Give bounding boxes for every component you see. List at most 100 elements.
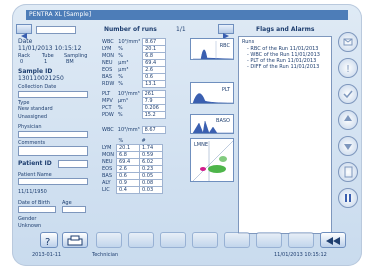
param-absolute: 0.23 — [139, 165, 163, 173]
param-value: 15.2 — [141, 111, 166, 119]
rack-value: 0 — [20, 59, 24, 65]
wbc-param-row: EOS μm³ 2.6 — [100, 66, 167, 74]
tree-root[interactable]: Runs — [242, 39, 254, 45]
tree-items: - RBC of the Run 11/01/2013- WBC of the … — [247, 46, 320, 70]
diff-parameter-table: % # LYM 20.1 1.74 MON 6.8 0.59 NEU 69.4 6.02 EOS 2… — [100, 138, 163, 194]
wbc-diff-header: WBC 10³/mm³ 8.67 — [100, 126, 166, 134]
param-unit: 10³/mm³ — [117, 127, 140, 133]
collection-label: Collection Date — [18, 84, 57, 90]
toolbar-button-7[interactable] — [224, 232, 250, 248]
param-value: 8.67 — [141, 126, 166, 134]
wbc-param-row: RDW% 13.1 — [100, 80, 167, 88]
param-name: WBC — [102, 39, 114, 45]
sample-selector[interactable] — [36, 26, 76, 34]
status-date: 2013-01-11 — [32, 252, 62, 258]
plt-histogram: PLT — [190, 82, 234, 104]
param-value: 0.6 — [142, 73, 167, 81]
param-unit: 10³/mm³ — [117, 91, 140, 97]
diff-param-row: BAS 0.6 0.05 — [100, 172, 163, 180]
pause-button[interactable] — [338, 188, 358, 208]
gender-value: Unknown — [18, 223, 42, 229]
status-time: 11/01/2013 10:15:12 — [274, 252, 327, 258]
param-absolute: 1.74 — [139, 144, 163, 152]
dob-field[interactable] — [18, 206, 56, 213]
wbc-param-row: WBC 10³/mm³ 8.67 — [100, 38, 167, 46]
help-button[interactable]: ? — [40, 232, 58, 248]
toolbar-button-9[interactable] — [288, 232, 314, 248]
physician-field[interactable] — [18, 131, 88, 138]
flags-tree: Runs - RBC of the Run 11/01/2013- WBC of… — [238, 36, 332, 234]
wbc-param-row: MON% 6.8 — [100, 52, 167, 60]
param-name: BAS — [102, 74, 113, 80]
rewind-icon — [326, 237, 340, 245]
download-button[interactable] — [338, 136, 358, 156]
upload-button[interactable] — [338, 110, 358, 130]
diff-param-row: EOS 2.6 0.23 — [100, 165, 163, 173]
checkmark-icon — [343, 90, 353, 99]
param-percent: 0.6 — [116, 172, 140, 180]
param-value: 7.9 — [141, 97, 166, 105]
param-name: NEU — [102, 60, 113, 66]
toolbar-button-6[interactable] — [192, 232, 218, 248]
param-unit: % — [118, 81, 124, 87]
wbc-param-row: BAS% 0.6 — [100, 73, 167, 81]
birth-value: 11/11/1950 — [18, 189, 47, 195]
param-percent: 69.4 — [116, 158, 140, 166]
param-unit: % — [118, 74, 124, 80]
flags-header: Flags and Alarms — [256, 26, 315, 33]
diff-param-row: LYM 20.1 1.74 — [100, 144, 163, 152]
comments-field[interactable] — [18, 146, 88, 156]
back-button[interactable] — [320, 232, 346, 248]
age-field[interactable] — [62, 206, 86, 213]
param-name: MON — [102, 152, 114, 158]
plt-param-row: PDW% 15.2 — [100, 111, 166, 119]
param-name: PLT — [102, 91, 111, 97]
envelope-icon — [343, 38, 353, 46]
unit-value: Unassigned — [18, 114, 48, 120]
param-name: PDW — [102, 112, 114, 118]
param-unit: % — [118, 46, 124, 52]
patient-id-label: Patient ID — [18, 160, 52, 167]
param-value: 0.206 — [141, 104, 166, 112]
app-window: PENTRA XL [Sample] Date 11/01/2013 10:15… — [12, 4, 362, 266]
type-value: New standard — [18, 106, 53, 112]
baso-plot-label: BASO — [216, 118, 230, 124]
tree-item[interactable]: - DIFF of the Run 11/01/2013 — [247, 64, 320, 70]
status-user: Technician — [92, 252, 119, 258]
param-percent: 6.8 — [116, 151, 140, 159]
next-run-button[interactable] — [218, 24, 234, 39]
mail-button[interactable] — [338, 32, 358, 52]
toolbar-button-3[interactable] — [96, 232, 122, 248]
toolbar-button-8[interactable] — [256, 232, 282, 248]
param-name: MON — [102, 53, 114, 59]
diff-param-row: MON 6.8 0.59 — [100, 151, 163, 159]
param-value: 8.67 — [142, 38, 167, 46]
toolbar-button-4[interactable] — [128, 232, 154, 248]
param-percent: 2.6 — [116, 165, 140, 173]
param-value: 261 — [141, 90, 166, 98]
window-title: PENTRA XL [Sample] — [26, 10, 348, 20]
report-button[interactable] — [338, 162, 358, 182]
print-button[interactable] — [62, 232, 88, 248]
param-absolute: 0.08 — [139, 179, 163, 187]
toolbar-button-5[interactable] — [160, 232, 186, 248]
prev-sample-button[interactable] — [16, 24, 32, 39]
param-name: WBC — [102, 127, 114, 133]
question-icon: ? — [45, 237, 50, 248]
patient-name-field[interactable] — [18, 178, 88, 185]
alert-button[interactable]: ! — [338, 58, 358, 78]
plt-param-row: MPV μm³ 7.9 — [100, 97, 166, 105]
document-icon — [344, 166, 353, 178]
gender-label: Gender — [18, 216, 37, 222]
param-name: EOS — [102, 166, 113, 172]
param-absolute: 6.02 — [139, 158, 163, 166]
collection-field[interactable] — [18, 91, 88, 98]
patient-id-field[interactable] — [58, 160, 88, 168]
param-unit: % — [117, 105, 123, 111]
rbc-histogram: RBC — [190, 38, 234, 60]
plt-param-row: PLT 10³/mm³ 261 — [100, 90, 166, 98]
sample-panel: Date 11/01/2013 10:15:12 Rack Tube Sampl… — [16, 24, 96, 236]
diff-param-row: LIC 0.4 0.03 — [100, 186, 163, 194]
validate-button[interactable] — [338, 84, 358, 104]
param-name: PCT — [102, 105, 112, 111]
